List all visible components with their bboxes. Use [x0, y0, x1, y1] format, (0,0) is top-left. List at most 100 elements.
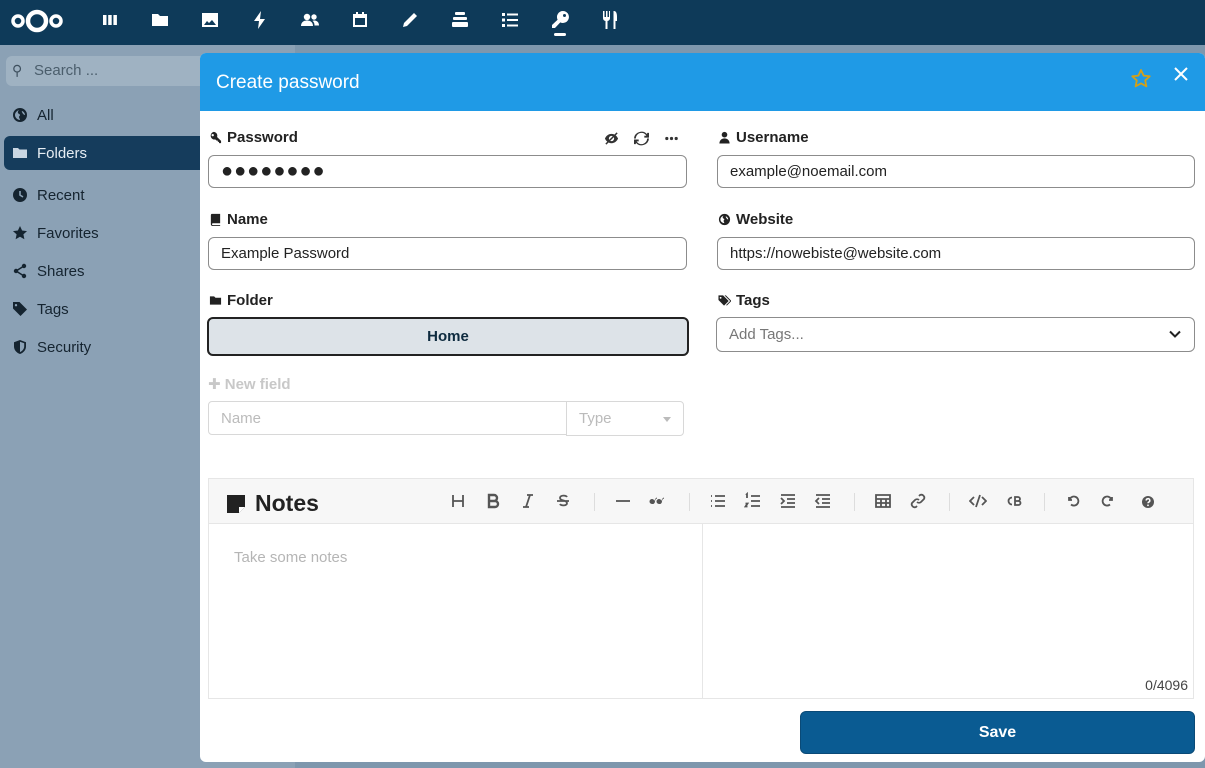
notes-placeholder: Take some notes: [234, 549, 348, 566]
toolbar-divider: [854, 493, 855, 511]
folder-icon: [11, 144, 29, 162]
sidebar-item-label: All: [37, 106, 54, 124]
key-icon[interactable]: [548, 8, 572, 32]
deck-icon[interactable]: [448, 8, 472, 32]
dashboard-icon[interactable]: [98, 8, 122, 32]
cutlery-icon[interactable]: [598, 8, 622, 32]
search-icon: ⚲: [12, 62, 23, 78]
redo-icon[interactable]: [1096, 489, 1120, 513]
pencil-icon[interactable]: [398, 8, 422, 32]
strikethrough-icon[interactable]: [551, 489, 575, 513]
image-icon[interactable]: [198, 8, 222, 32]
folder-icon[interactable]: [148, 8, 172, 32]
toolbar-divider: [689, 493, 690, 511]
tag-icon: [11, 300, 29, 318]
more-options-icon[interactable]: [662, 129, 680, 147]
notes-title: Notes: [226, 490, 319, 517]
save-button[interactable]: Save: [800, 711, 1195, 754]
toolbar-divider: [1044, 493, 1045, 511]
dialog-title: Create password: [216, 72, 360, 93]
toolbar-divider: [594, 493, 595, 511]
tasks-icon[interactable]: [498, 8, 522, 32]
folder-value: Home: [427, 328, 469, 345]
caret-down-icon: [663, 417, 671, 422]
username-field[interactable]: example@noemail.com: [717, 155, 1195, 188]
heading-icon[interactable]: [446, 489, 470, 513]
lightning-icon[interactable]: [248, 8, 272, 32]
bold-icon[interactable]: [481, 489, 505, 513]
tags-label-text: Tags: [736, 292, 770, 309]
close-icon[interactable]: [1172, 65, 1190, 83]
chevron-down-icon[interactable]: [1168, 327, 1182, 341]
calendar-icon[interactable]: [348, 8, 372, 32]
link-icon[interactable]: [906, 489, 930, 513]
sidebar-item-all[interactable]: All: [0, 98, 210, 132]
editor-toolbar: Notes: [209, 479, 1193, 524]
sidebar-item-label: Tags: [37, 300, 69, 318]
star-icon: [11, 224, 29, 242]
tags-icon: [717, 294, 731, 308]
generate-password-icon[interactable]: [632, 129, 650, 147]
new-field-name-input[interactable]: Name: [208, 401, 567, 435]
password-field[interactable]: ●●●●●●●●: [208, 155, 687, 188]
folder-label: Folder: [208, 292, 273, 309]
new-field-label[interactable]: ✚ New field: [208, 375, 291, 393]
contacts-icon[interactable]: [298, 8, 322, 32]
username-label: Username: [717, 129, 809, 146]
sidebar-item-tags[interactable]: Tags: [0, 292, 210, 326]
sticky-note-icon: [227, 494, 245, 513]
user-icon: [717, 131, 731, 145]
notes-input-pane[interactable]: Take some notes: [209, 524, 703, 698]
sidebar-item-label: Shares: [37, 262, 85, 280]
folder-label-text: Folder: [227, 292, 273, 309]
active-app-indicator: [554, 33, 566, 36]
favorite-star-icon[interactable]: [1130, 68, 1152, 90]
italic-icon[interactable]: [516, 489, 540, 513]
password-label: Password: [208, 129, 298, 146]
sidebar-item-recent[interactable]: Recent: [0, 178, 210, 212]
toggle-visibility-icon[interactable]: [602, 129, 620, 147]
plus-icon: ✚: [208, 376, 225, 393]
name-field[interactable]: Example Password: [208, 237, 687, 270]
sidebar-item-label: Folders: [37, 144, 88, 162]
bullet-list-icon[interactable]: [706, 489, 730, 513]
name-value: Example Password: [221, 245, 350, 262]
dialog-header: Create password: [200, 53, 1205, 111]
folder-select-button[interactable]: Home: [207, 317, 689, 356]
top-bar: [0, 0, 1205, 45]
tags-label: Tags: [717, 292, 770, 309]
sidebar-item-security[interactable]: Security: [0, 330, 210, 364]
new-field-name-placeholder: Name: [221, 409, 262, 427]
share-icon: [11, 262, 29, 280]
new-field-label-text: New field: [224, 376, 291, 393]
sidebar-item-favorites[interactable]: Favorites: [0, 216, 210, 250]
website-value: https://nowebiste@website.com: [730, 245, 942, 262]
sidebar-item-shares[interactable]: Shares: [0, 254, 210, 288]
website-label: Website: [717, 211, 793, 228]
code-block-icon[interactable]: [1001, 489, 1025, 513]
new-field-type-placeholder: Type: [579, 410, 612, 427]
clock-icon: [11, 186, 29, 204]
sidebar-item-label: Security: [37, 338, 92, 356]
website-field[interactable]: https://nowebiste@website.com: [717, 237, 1195, 270]
help-icon[interactable]: [1136, 489, 1160, 513]
password-value: ●●●●●●●●: [221, 160, 326, 182]
nextcloud-logo[interactable]: [10, 6, 64, 36]
search-placeholder: Search ...: [34, 62, 99, 79]
horizontal-rule-icon[interactable]: [611, 489, 635, 513]
numbered-list-icon[interactable]: [741, 489, 765, 513]
table-icon[interactable]: [871, 489, 895, 513]
folder-icon: [208, 294, 222, 308]
sidebar-item-folders[interactable]: Folders: [4, 136, 214, 170]
website-label-text: Website: [736, 211, 794, 228]
undo-icon[interactable]: [1061, 489, 1085, 513]
code-icon[interactable]: [966, 489, 990, 513]
username-value: example@noemail.com: [730, 163, 887, 180]
book-icon: [208, 213, 222, 227]
outdent-icon[interactable]: [811, 489, 835, 513]
quote-icon[interactable]: [646, 489, 670, 513]
globe-icon: [717, 213, 731, 227]
indent-icon[interactable]: [776, 489, 800, 513]
tags-input[interactable]: Add Tags...: [716, 317, 1195, 352]
new-field-type-select[interactable]: Type: [566, 401, 684, 436]
